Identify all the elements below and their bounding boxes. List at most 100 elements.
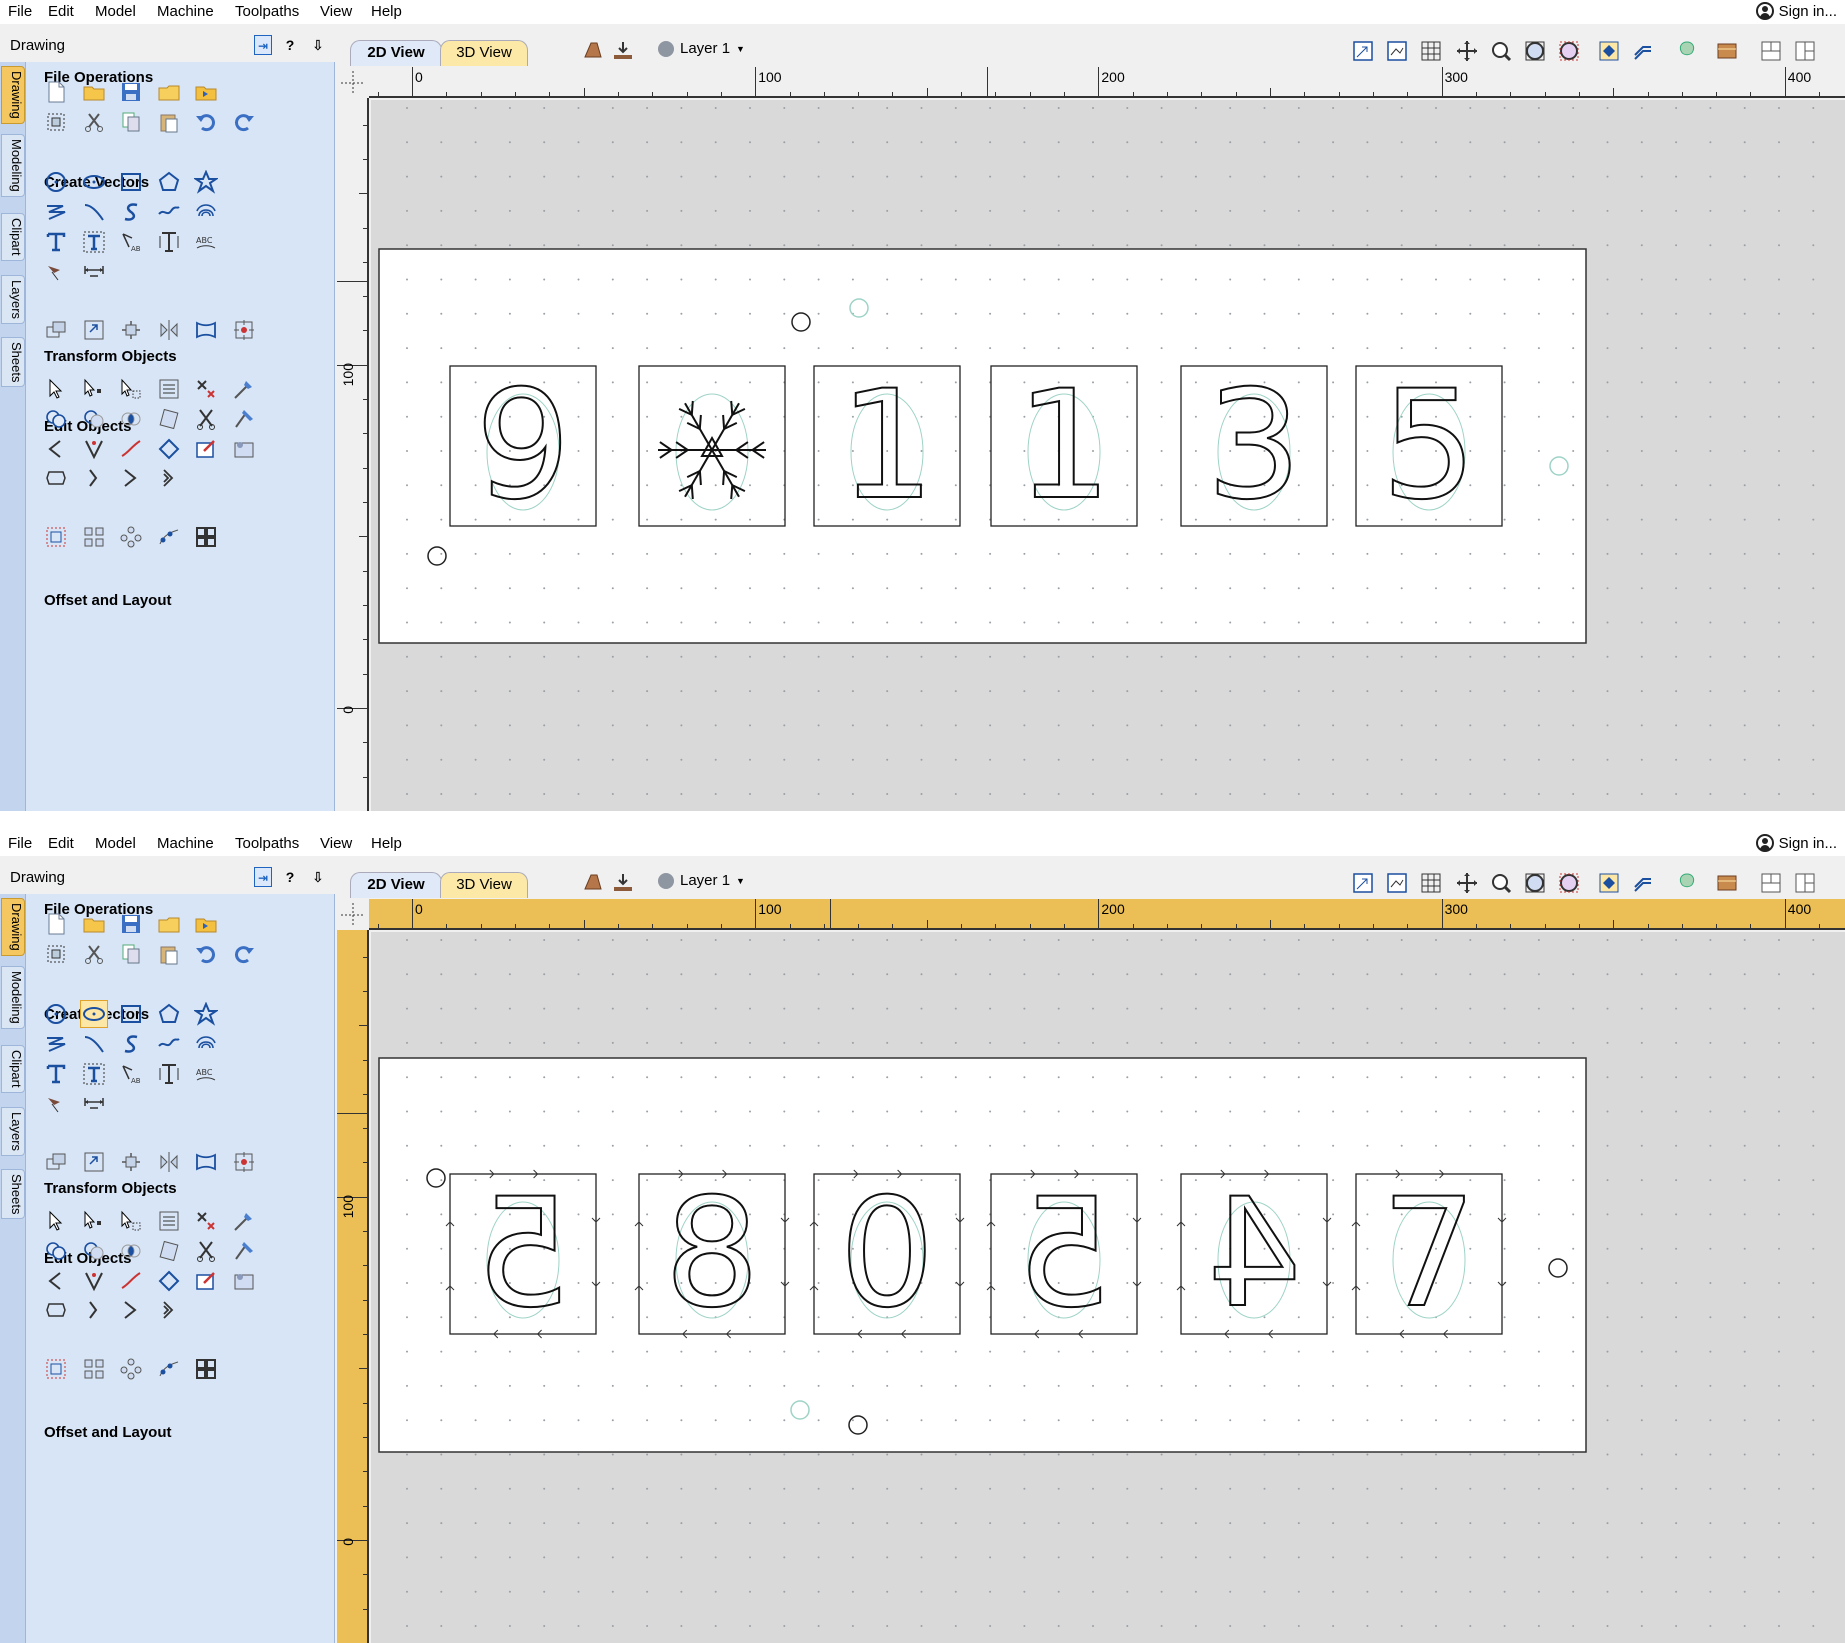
zoom-selection-tool[interactable]: [1556, 38, 1582, 64]
tab-clipart[interactable]: Clipart: [1, 1045, 25, 1093]
select-pointer-tool[interactable]: [42, 1207, 70, 1235]
move-tool[interactable]: [42, 316, 70, 344]
draw-wave-tool[interactable]: [155, 1030, 183, 1058]
horizontal-ruler[interactable]: 0 100 200 300 400: [369, 899, 1845, 930]
paste-tool[interactable]: [155, 108, 183, 136]
chevron-left-tool[interactable]: [42, 1267, 70, 1295]
split-vertical-tool[interactable]: [1792, 870, 1818, 896]
tab-modeling[interactable]: Modeling: [1, 134, 25, 197]
text-autolayout-tool[interactable]: [155, 228, 183, 256]
offset-tool[interactable]: [42, 1355, 70, 1383]
tab-3d-view[interactable]: 3D View: [440, 872, 528, 898]
smooth-tool[interactable]: [117, 1267, 145, 1295]
open-folder-tool[interactable]: [155, 78, 183, 106]
toolpath-preview-tool[interactable]: [1596, 870, 1622, 896]
paste-tool[interactable]: [155, 940, 183, 968]
image-trace-tool[interactable]: [230, 435, 258, 463]
copy-tool[interactable]: [117, 108, 145, 136]
circular-array-tool[interactable]: [117, 523, 145, 551]
zoom-selection-tool[interactable]: [1556, 870, 1582, 896]
menu-model[interactable]: Model: [95, 3, 136, 20]
weld-tool[interactable]: [42, 1237, 70, 1265]
intersect-tool[interactable]: [117, 405, 145, 433]
scissors-tool[interactable]: [192, 405, 220, 433]
trim-tool[interactable]: [230, 1207, 258, 1235]
extend-tool[interactable]: [117, 1296, 145, 1324]
edit-vector-tool[interactable]: [192, 1267, 220, 1295]
draw-polyline-tool[interactable]: [42, 1030, 70, 1058]
open-folder-tool[interactable]: [155, 910, 183, 938]
pan-tool[interactable]: [1454, 38, 1480, 64]
undo-tool[interactable]: [192, 108, 220, 136]
draw-ellipse-tool[interactable]: [80, 168, 108, 196]
menu-model[interactable]: Model: [95, 835, 136, 852]
offset-tool[interactable]: [42, 523, 70, 551]
tab-sheets[interactable]: Sheets: [1, 337, 25, 388]
tab-clipart[interactable]: Clipart: [1, 213, 25, 261]
undo-tool[interactable]: [192, 940, 220, 968]
interactive-tool[interactable]: [155, 375, 183, 403]
draw-dimension-tool[interactable]: [42, 258, 70, 286]
align-tool[interactable]: [230, 1148, 258, 1176]
zoom-in-tool[interactable]: [1488, 38, 1514, 64]
horizontal-ruler[interactable]: 0 100 200 300 400: [369, 67, 1845, 98]
close-vectors-tool[interactable]: [42, 1296, 70, 1324]
scale-tool[interactable]: [80, 1148, 108, 1176]
redo-tool[interactable]: [230, 108, 258, 136]
menu-help[interactable]: Help: [371, 3, 402, 20]
zoom-box-tool[interactable]: [1350, 38, 1376, 64]
v-bit-tool[interactable]: [80, 435, 108, 463]
draw-wave-tool[interactable]: [155, 198, 183, 226]
draw-ellipse-tool[interactable]: [79, 1000, 108, 1028]
model-preview-tool[interactable]: [1674, 38, 1700, 64]
arch-text-tool[interactable]: ABC: [192, 1060, 220, 1088]
2d-drawing-canvas[interactable]: 580547: [371, 932, 1845, 1643]
tab-2d-view[interactable]: 2D View: [350, 872, 442, 898]
scissors-tool[interactable]: [192, 1237, 220, 1265]
job-import-tool[interactable]: [610, 38, 636, 64]
extend-tool[interactable]: [117, 464, 145, 492]
copy-tool[interactable]: [117, 940, 145, 968]
delete-nodes-tool[interactable]: [192, 1207, 220, 1235]
transform-select-tool[interactable]: [117, 1207, 145, 1235]
text-autolayout-tool[interactable]: [155, 1060, 183, 1088]
transform-select-tool[interactable]: [117, 375, 145, 403]
close-vectors-tool[interactable]: [42, 464, 70, 492]
fillet-tool[interactable]: [230, 405, 258, 433]
draw-polyline-tool[interactable]: [42, 198, 70, 226]
vertical-ruler[interactable]: 100 0: [337, 930, 369, 1643]
menu-help[interactable]: Help: [371, 835, 402, 852]
draw-circle-tool[interactable]: [42, 1000, 70, 1028]
weld-tool[interactable]: [42, 405, 70, 433]
cut-tool[interactable]: [80, 940, 108, 968]
circular-array-tool[interactable]: [117, 1355, 145, 1383]
image-trace-tool[interactable]: [230, 1267, 258, 1295]
select-pointer-tool[interactable]: [42, 375, 70, 403]
panel-help-button[interactable]: ?: [280, 867, 300, 887]
material-setup-tool[interactable]: [580, 38, 606, 64]
tab-modeling[interactable]: Modeling: [1, 966, 25, 1029]
menu-edit[interactable]: Edit: [48, 3, 74, 20]
draw-star-tool[interactable]: [192, 1000, 220, 1028]
material-preview-tool[interactable]: [1714, 870, 1740, 896]
sign-in-button[interactable]: Sign in...: [1755, 2, 1837, 20]
open-file-tool[interactable]: [80, 78, 108, 106]
panel-pin-button[interactable]: ⇥: [254, 867, 272, 887]
menu-view[interactable]: View: [320, 3, 352, 20]
offset-shape-tool[interactable]: [155, 1267, 183, 1295]
tab-drawing[interactable]: Drawing: [1, 898, 25, 956]
cut-tool[interactable]: [80, 108, 108, 136]
nesting-tool[interactable]: [192, 523, 220, 551]
menu-toolpaths[interactable]: Toolpaths: [235, 3, 299, 20]
subtract-tool[interactable]: [80, 405, 108, 433]
snap-grid-tool[interactable]: [1384, 870, 1410, 896]
model-preview-tool[interactable]: [1674, 870, 1700, 896]
toolpath-lines-tool[interactable]: [1630, 870, 1656, 896]
panel-help-button[interactable]: ?: [280, 35, 300, 55]
bracket-tool[interactable]: [80, 1296, 108, 1324]
rotate-tool[interactable]: [117, 316, 145, 344]
draw-text-tool[interactable]: [42, 1060, 70, 1088]
redo-tool[interactable]: [230, 940, 258, 968]
delete-nodes-tool[interactable]: [192, 375, 220, 403]
text-frame-tool[interactable]: [80, 1060, 108, 1088]
